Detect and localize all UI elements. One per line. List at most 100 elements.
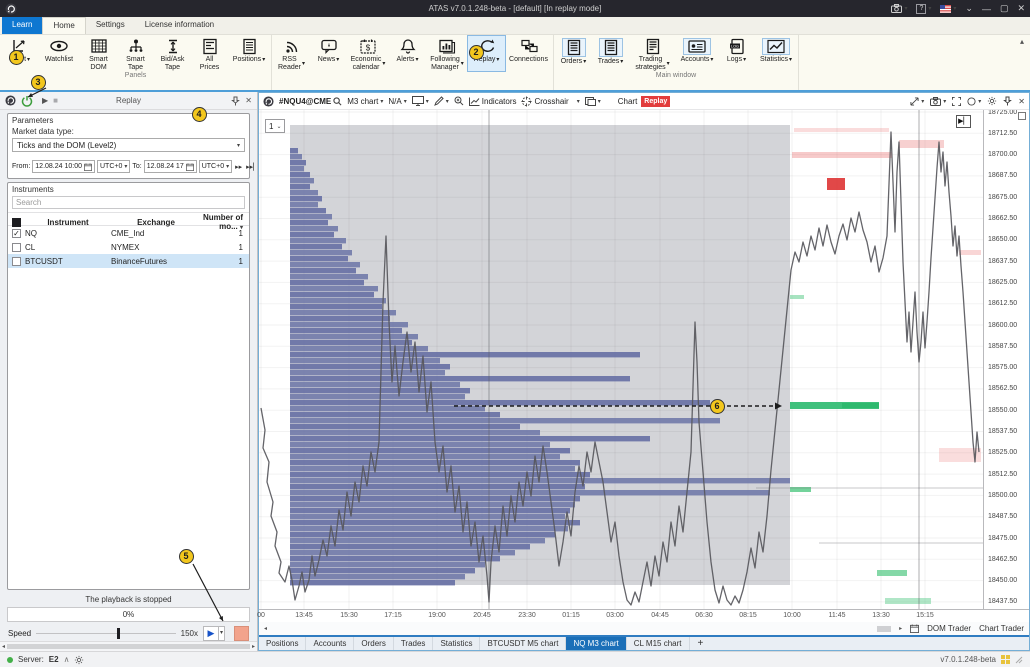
speed-slider[interactable] [36, 628, 175, 639]
row-checkbox-checked[interactable]: ✓ [12, 229, 21, 238]
chart-screenshot-button[interactable]: ▾ [930, 97, 946, 106]
resize-window-button[interactable]: ▾ [910, 97, 924, 106]
close-button[interactable]: ✕ [1017, 3, 1025, 14]
pin-chart-button[interactable] [1003, 96, 1012, 106]
resize-grip[interactable] [1015, 656, 1023, 664]
statistics-chart-icon [766, 39, 786, 54]
to-timezone-select[interactable]: UTC+0▾ [199, 160, 232, 173]
maximize-button[interactable]: ▢ [1000, 3, 1009, 14]
tab-statistics[interactable]: Statistics [433, 637, 480, 650]
orders-button[interactable]: Orders▾ [555, 36, 592, 71]
tab-btcusdt-m5-chart[interactable]: BTCUSDT M5 chart [480, 637, 566, 650]
collapse-ribbon-button[interactable]: ▴ [1014, 35, 1030, 48]
news-button[interactable]: News▾ [310, 36, 347, 71]
connections-icon [519, 38, 539, 55]
positions-button[interactable]: Positions▾ [228, 36, 270, 71]
parameters-title: Parameters [8, 114, 249, 126]
to-date-input[interactable]: 12.08.24 17 [144, 160, 197, 173]
tab-trades[interactable]: Trades [394, 637, 434, 650]
trades-button[interactable]: Trades▾ [592, 36, 629, 71]
smart-tape-button[interactable]: Smart Tape [117, 36, 154, 71]
svg-text:LOG: LOG [730, 45, 738, 49]
play-replay-button[interactable]: ▶ [42, 96, 48, 105]
instrument-row-nq[interactable]: ✓ NQ CME_Ind 1 [8, 226, 249, 240]
instruments-table-header[interactable]: Instrument Exchange Number of mo... ▾ [8, 212, 249, 226]
dom-trader-toggle[interactable]: DOM Trader [927, 624, 971, 633]
alerts-button[interactable]: Alerts▾ [389, 36, 426, 71]
scroll-left-arrow[interactable]: ◂ [2, 643, 5, 650]
search-input[interactable]: Search [12, 196, 245, 209]
economic-calendar-button[interactable]: $Economic calendar▾ [347, 36, 389, 71]
stop-playback-button[interactable] [234, 626, 249, 641]
toggled-frame [683, 38, 711, 55]
scroll-right-arrow[interactable]: ▸ [899, 625, 902, 632]
expand-status-chevron[interactable]: ∧ [64, 655, 70, 664]
row-checkbox[interactable] [12, 257, 21, 266]
statistics-button[interactable]: Statistics▾ [755, 36, 797, 71]
start-playback-button[interactable]: ▶ [203, 626, 219, 641]
price-axis-label: 18600.00 [988, 322, 1017, 329]
price-axis[interactable]: 18725.0018712.5018700.0018687.5018675.00… [983, 110, 1029, 609]
smart-dom-button[interactable]: Smart DOM [80, 36, 117, 71]
add-tab-button[interactable]: + [690, 637, 712, 650]
chart-window: #NQU4@CME M3 chart▾ N/A▾ ▾ ▾ Indicators … [258, 92, 1030, 651]
tab-orders[interactable]: Orders [354, 637, 393, 650]
replay-mode-badge: Replay [641, 96, 670, 107]
scroll-right-arrow[interactable]: ▸ [252, 643, 255, 650]
connections-button[interactable]: Connections [505, 36, 552, 71]
tab-accounts[interactable]: Accounts [306, 637, 354, 650]
instrument-row-btcusdt[interactable]: BTCUSDT BinanceFutures 1 [8, 254, 249, 268]
chart-trader-toggle[interactable]: Chart Trader [979, 624, 1024, 633]
tab-nq-m3-chart[interactable]: NQ M3 chart [566, 637, 626, 650]
logs-button[interactable]: LOGLogs▾ [718, 36, 755, 71]
bid-ask-tape-button[interactable]: Bid/Ask Tape [154, 36, 191, 71]
accounts-button[interactable]: Accounts▾ [676, 36, 718, 71]
screenshot-button[interactable]: ▾ [891, 4, 907, 13]
following-manager-button[interactable]: Following Manager▾ [426, 36, 468, 71]
scroll-left-arrow[interactable]: ◂ [264, 625, 267, 632]
scrollbar-thumb[interactable] [7, 644, 250, 649]
skip-forward-button[interactable]: ▸▸ [234, 163, 243, 171]
chart-scrollbar-thumb[interactable] [877, 626, 891, 632]
rss-reader-button[interactable]: RSS Reader▾ [273, 36, 310, 71]
row-checkbox[interactable] [12, 243, 21, 252]
close-chart-button[interactable]: ✕ [1018, 97, 1025, 106]
slider-handle[interactable] [117, 628, 120, 639]
left-panel-horizontal-scrollbar[interactable]: ◂▸ [0, 641, 257, 651]
gear-icon[interactable] [74, 655, 84, 665]
from-timezone-select[interactable]: UTC+0▾ [97, 160, 130, 173]
playback-progress-bar[interactable]: 0% [7, 607, 250, 622]
price-chart-plot[interactable] [259, 110, 983, 609]
minimize-button[interactable]: — [982, 4, 991, 14]
all-prices-button[interactable]: All Prices [191, 36, 228, 71]
collapse-titlebar-button[interactable]: ⌄ [965, 3, 973, 14]
price-axis-label: 18637.50 [988, 258, 1017, 265]
tab-license-information[interactable]: License information [135, 17, 224, 34]
tab-cl-m15-chart[interactable]: CL M15 chart [627, 637, 690, 650]
instrument-row-cl[interactable]: CL NYMEX 1 [8, 240, 249, 254]
tab-positions[interactable]: Positions [259, 637, 306, 650]
trading-strategies-button[interactable]: Trading strategies▾ [629, 36, 676, 71]
stop-replay-button[interactable]: ■ [53, 96, 58, 105]
calendar-icon[interactable] [910, 624, 919, 633]
tab-home[interactable]: Home [42, 17, 85, 34]
pin-panel-button[interactable] [231, 96, 240, 106]
time-axis[interactable]: 0013:4515:3017:1519:0020:4523:3001:1503:… [259, 609, 1029, 622]
axis-settings-icon[interactable] [1018, 112, 1026, 120]
market-data-type-select[interactable]: Ticks and the DOM (Level2) ▾ [12, 138, 245, 152]
help-button[interactable]: ?▾ [916, 4, 931, 14]
tab-learn[interactable]: Learn [2, 17, 42, 34]
power-button-icon[interactable] [21, 95, 33, 107]
theme-button[interactable]: ▾ [967, 97, 981, 106]
language-selector[interactable]: ▾ [940, 5, 956, 13]
from-date-input[interactable]: 12.08.24 10:00 [32, 160, 95, 173]
go-to-latest-bar-button[interactable]: ▶▏ [956, 115, 971, 128]
tab-settings[interactable]: Settings [86, 17, 135, 34]
fullscreen-button[interactable] [952, 97, 961, 106]
playback-options-caret[interactable]: ▾ [219, 626, 225, 641]
chart-settings-button[interactable] [987, 96, 997, 106]
chart-panel-number-selector[interactable]: 1⌄ [265, 119, 285, 133]
watchlist-button[interactable]: Watchlist [38, 36, 80, 71]
close-panel-button[interactable]: ✕ [245, 96, 252, 105]
chart-area[interactable]: 1⌄ ▶▏ 18725.0018712.5018700.0018687.5018… [259, 110, 1029, 609]
